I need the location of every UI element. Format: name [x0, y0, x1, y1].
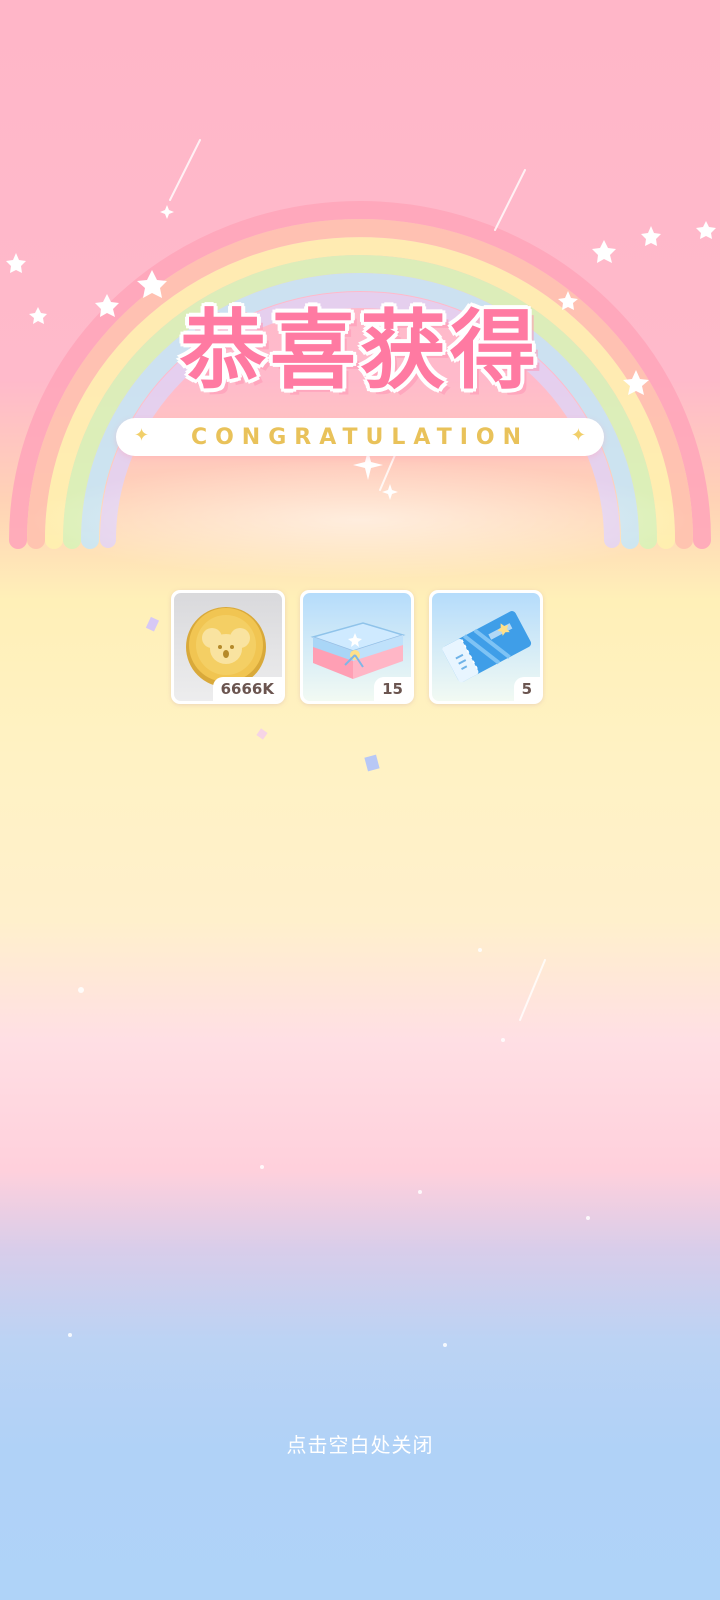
reward-count: 15 — [374, 677, 411, 701]
congrats-title: 恭喜获得 — [180, 301, 540, 401]
reward-item-gift-box[interactable]: 15 — [300, 590, 414, 704]
title-wrapper: 恭喜获得 — [0, 280, 720, 405]
reward-item-background: 15 — [303, 593, 411, 701]
reward-item-background: 6666K — [174, 593, 282, 701]
reward-item-coin[interactable]: 6666K — [171, 590, 285, 704]
sparkle-icon: ✦ — [134, 425, 150, 446]
sparkle-icon: ✦ — [570, 425, 586, 446]
rainbow-background — [6, 139, 716, 1347]
reward-item-ticket[interactable]: 5 — [429, 590, 543, 704]
reward-count: 6666K — [212, 677, 282, 701]
subtitle-text: CONGRATULATION — [190, 424, 530, 450]
subtitle-banner: ✦ CONGRATULATION ✦ — [116, 418, 604, 456]
reward-list: 6666K 15 5 — [171, 590, 543, 704]
reward-count: 5 — [513, 677, 540, 701]
reward-item-background: 5 — [432, 593, 540, 701]
close-hint[interactable]: 点击空白处关闭 — [0, 1429, 720, 1458]
